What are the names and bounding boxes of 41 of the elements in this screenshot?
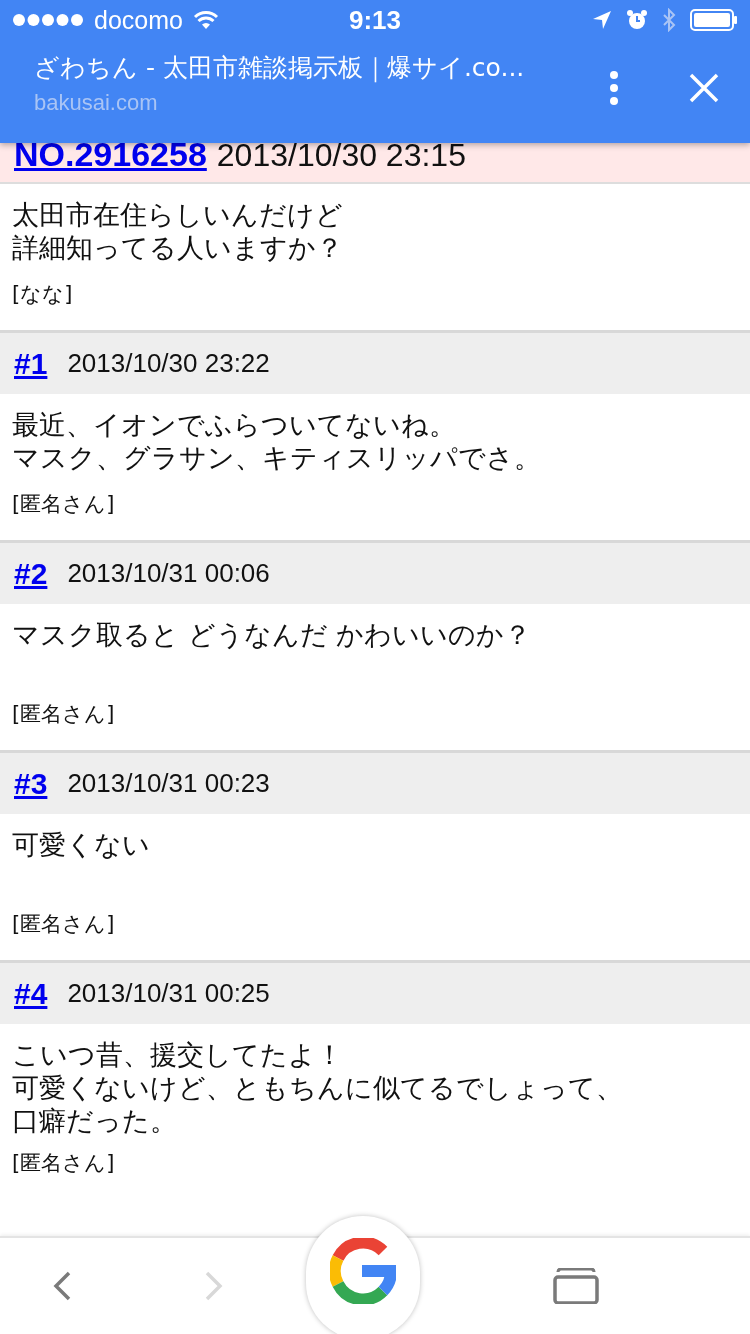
post-number-link[interactable]: NO.2916258: [14, 143, 207, 174]
post-number-link[interactable]: #2: [14, 556, 48, 591]
wifi-icon: [192, 10, 219, 30]
clock-time: 9:13: [349, 4, 401, 36]
post-datetime: 2013/10/30 23:15: [216, 143, 466, 174]
post-author: [匿名さん]: [12, 491, 115, 518]
location-arrow-icon: [592, 10, 612, 30]
post-text-line: 可愛くないけど、ともちんに似てるでしょって、: [12, 1071, 623, 1104]
search-button[interactable]: [306, 1216, 420, 1334]
post-datetime: 2013/10/30 23:22: [67, 348, 270, 379]
post-text-line: マスク、グラサン、キティスリッパでさ。: [12, 441, 541, 474]
post-datetime: 2013/10/31 00:25: [67, 978, 270, 1009]
post-text-line: 最近、イオンでふらついてないね。: [12, 408, 456, 441]
post-text-line: 詳細知ってる人いますか？: [12, 231, 343, 264]
post-datetime: 2013/10/31 00:23: [67, 768, 270, 799]
forward-chevron-icon: [204, 1271, 224, 1301]
google-logo-icon: [330, 1238, 396, 1304]
carrier-name: docomo: [94, 5, 183, 35]
post-text-line: 太田市在住らしいんだけど: [12, 198, 343, 231]
page-title: ざわちん - 太田市雑談掲示板｜爆サイ.co...: [34, 52, 526, 84]
post-text-line: 可愛くない: [12, 828, 150, 861]
post-author: [なな]: [12, 281, 73, 308]
more-vertical-icon: [609, 69, 619, 106]
signal-icon: [12, 13, 84, 27]
post-text-line: 口癖だった。: [12, 1104, 177, 1137]
alarm-icon: [626, 9, 648, 31]
back-chevron-icon: [52, 1271, 72, 1301]
close-icon: [689, 72, 719, 103]
post-datetime: 2013/10/31 00:06: [67, 558, 270, 589]
bluetooth-icon: [662, 8, 676, 32]
post-text-line: こいつ昔、援交してたよ！: [12, 1038, 343, 1071]
post-text-line: マスク取ると どうなんだ かわいいのか？: [12, 618, 532, 651]
post-author: [匿名さん]: [12, 911, 115, 938]
tabs-icon: [553, 1268, 599, 1304]
post-number-link[interactable]: #1: [14, 346, 48, 381]
post-number-link[interactable]: #4: [14, 976, 48, 1011]
battery-icon: [690, 9, 738, 31]
page-url: bakusai.com: [34, 90, 159, 116]
post-author: [匿名さん]: [12, 701, 115, 728]
post-author: [匿名さん]: [12, 1150, 115, 1177]
post-number-link[interactable]: #3: [14, 766, 48, 801]
